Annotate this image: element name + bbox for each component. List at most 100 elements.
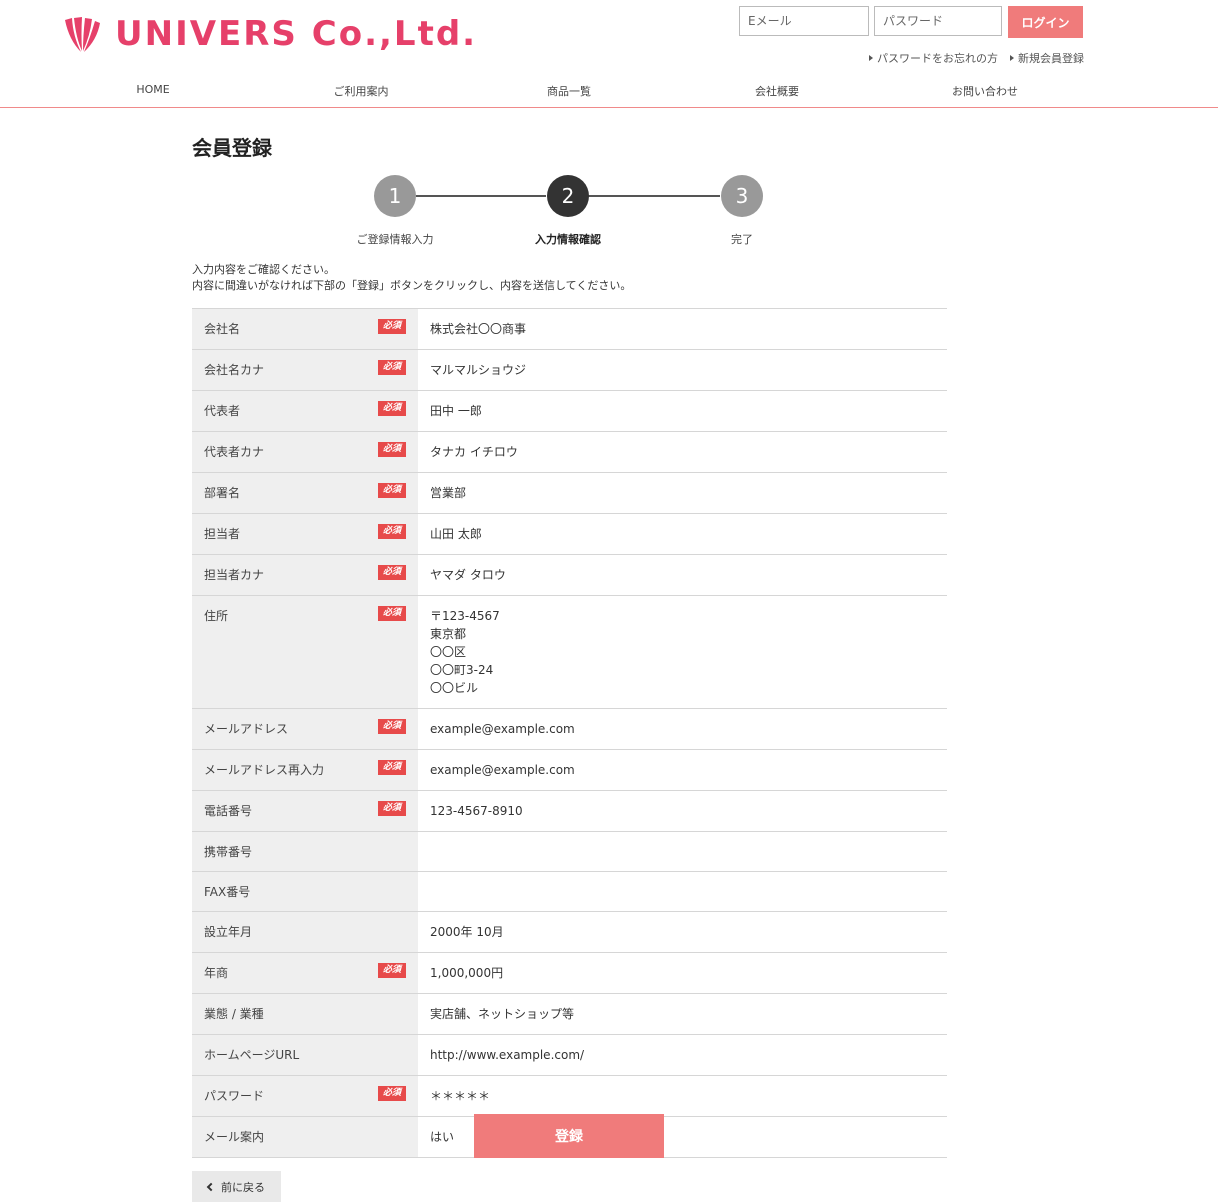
forgot-password-label: パスワードをお忘れの方 (877, 52, 998, 65)
field-value: マルマルショウジ (430, 363, 527, 377)
field-label: メールアドレス (204, 722, 289, 736)
field-label: 会社名カナ (204, 363, 265, 377)
field-value-cell: http://www.example.com/ (418, 1034, 947, 1076)
table-row: 業態 / 業種 実店舗、ネットショップ等 (192, 993, 947, 1035)
table-row: メールアドレス 必須 example@example.com (192, 708, 947, 750)
triangle-right-icon (1010, 55, 1014, 61)
field-label-cell: メールアドレス 必須 (192, 708, 418, 750)
submit-button[interactable]: 登録 (474, 1114, 664, 1158)
register-label: 新規会員登録 (1018, 52, 1084, 65)
table-row: 携帯番号 (192, 831, 947, 872)
required-badge: 必須 (377, 963, 406, 978)
field-value: 山田 太郎 (430, 527, 482, 541)
forgot-password-link[interactable]: パスワードをお忘れの方 (869, 50, 998, 66)
field-value: ヤマダ タロウ (430, 568, 506, 582)
field-value: 営業部 (430, 486, 467, 500)
field-label: 住所 (204, 609, 229, 623)
field-value-cell: 実店舗、ネットショップ等 (418, 993, 947, 1035)
required-badge: 必須 (377, 483, 406, 498)
required-badge: 必須 (377, 760, 406, 775)
nav-item-products[interactable]: 商品一覧 (547, 83, 591, 99)
field-label-cell: 住所 必須 (192, 595, 418, 709)
table-row: ホームページURL http://www.example.com/ (192, 1034, 947, 1076)
field-label-cell: 担当者カナ 必須 (192, 554, 418, 596)
nav-item-company[interactable]: 会社概要 (755, 83, 799, 99)
field-label: FAX番号 (204, 885, 251, 899)
field-value: 1,000,000円 (430, 966, 504, 980)
field-label-cell: 携帯番号 (192, 831, 418, 872)
table-row: 担当者 必須 山田 太郎 (192, 513, 947, 555)
field-value-cell (418, 871, 947, 912)
intro-line: 内容に間違いがなければ下部の「登録」ボタンをクリックし、内容を送信してください。 (192, 279, 632, 292)
site-logo[interactable]: UNIVERS Co.,Ltd. (61, 12, 477, 56)
field-value: ＊＊＊＊＊ (430, 1089, 491, 1103)
required-badge: 必須 (377, 442, 406, 457)
field-value-cell: マルマルショウジ (418, 349, 947, 391)
table-row: メールアドレス再入力 必須 example@example.com (192, 749, 947, 791)
table-row: 会社名カナ 必須 マルマルショウジ (192, 349, 947, 391)
required-badge: 必須 (377, 319, 406, 334)
table-row: 担当者カナ 必須 ヤマダ タロウ (192, 554, 947, 596)
table-row: 代表者カナ 必須 タナカ イチロウ (192, 431, 947, 473)
field-label: 担当者 (204, 527, 241, 541)
table-row: 年商 必須 1,000,000円 (192, 952, 947, 994)
back-button-label: 前に戻る (221, 1180, 265, 1194)
email-input[interactable] (739, 6, 869, 36)
step-connector (588, 195, 720, 197)
header-links: パスワードをお忘れの方 新規会員登録 (869, 50, 1084, 66)
table-row: 電話番号 必須 123-4567-8910 (192, 790, 947, 832)
required-badge: 必須 (377, 801, 406, 816)
field-label-cell: 年商 必須 (192, 952, 418, 994)
fan-logo-icon (65, 17, 100, 52)
password-input[interactable] (874, 6, 1002, 36)
field-value-cell: example@example.com (418, 749, 947, 791)
field-value-cell: 〒123-4567 東京都 〇〇区 〇〇町3-24 〇〇ビル (418, 595, 947, 709)
field-label-cell: FAX番号 (192, 871, 418, 912)
field-value: 株式会社〇〇商事 (430, 322, 527, 336)
confirmation-table: 会社名 必須 株式会社〇〇商事 会社名カナ 必須 マルマルショウジ 代表者 必須 田中 一郎 代表… (192, 308, 947, 1158)
table-row: 代表者 必須 田中 一郎 (192, 390, 947, 432)
table-row: 設立年月 2000年 10月 (192, 911, 947, 953)
address-line: 〇〇区 (430, 645, 467, 659)
step-2-label: 入力情報確認 (535, 233, 601, 246)
field-value: http://www.example.com/ (430, 1048, 585, 1062)
nav-item-guide[interactable]: ご利用案内 (334, 83, 389, 99)
field-value-cell: 山田 太郎 (418, 513, 947, 555)
address-line: 〇〇町3-24 (430, 663, 494, 677)
global-nav: HOME ご利用案内 商品一覧 会社概要 お問い合わせ (0, 80, 1218, 108)
field-label-cell: 代表者カナ 必須 (192, 431, 418, 473)
field-label: 代表者カナ (204, 445, 265, 459)
required-badge: 必須 (377, 524, 406, 539)
field-value: 123-4567-8910 (430, 804, 523, 818)
field-label: 代表者 (204, 404, 241, 418)
field-value-cell: example@example.com (418, 708, 947, 750)
intro-text: 入力内容をご確認ください。 内容に間違いがなければ下部の「登録」ボタンをクリック… (192, 262, 631, 294)
field-value: example@example.com (430, 763, 575, 777)
field-label: 電話番号 (204, 804, 253, 818)
field-value-cell: 田中 一郎 (418, 390, 947, 432)
field-label-cell: パスワード 必須 (192, 1075, 418, 1117)
table-row: パスワード 必須 ＊＊＊＊＊ (192, 1075, 947, 1117)
step-3-label: 完了 (731, 233, 753, 246)
table-row: FAX番号 (192, 871, 947, 912)
field-value: 実店舗、ネットショップ等 (430, 1007, 575, 1021)
nav-item-contact[interactable]: お問い合わせ (952, 83, 1018, 99)
back-button[interactable]: 前に戻る (192, 1171, 281, 1202)
login-form: ログイン (739, 6, 1083, 38)
field-label: ホームページURL (204, 1048, 300, 1062)
field-label-cell: 設立年月 (192, 911, 418, 953)
field-value-cell (418, 831, 947, 872)
register-link[interactable]: 新規会員登録 (1010, 50, 1084, 66)
step-connector (416, 195, 546, 197)
step-1-circle: 1 (374, 175, 416, 217)
step-3-circle: 3 (721, 175, 763, 217)
table-row: 会社名 必須 株式会社〇〇商事 (192, 308, 947, 350)
required-badge: 必須 (377, 401, 406, 416)
login-button[interactable]: ログイン (1008, 6, 1083, 38)
field-label-cell: 部署名 必須 (192, 472, 418, 514)
field-value-cell: 1,000,000円 (418, 952, 947, 994)
field-label: メール案内 (204, 1130, 265, 1144)
field-label-cell: 電話番号 必須 (192, 790, 418, 832)
nav-item-home[interactable]: HOME (136, 83, 169, 96)
address-line: 〒123-4567 (430, 609, 500, 623)
